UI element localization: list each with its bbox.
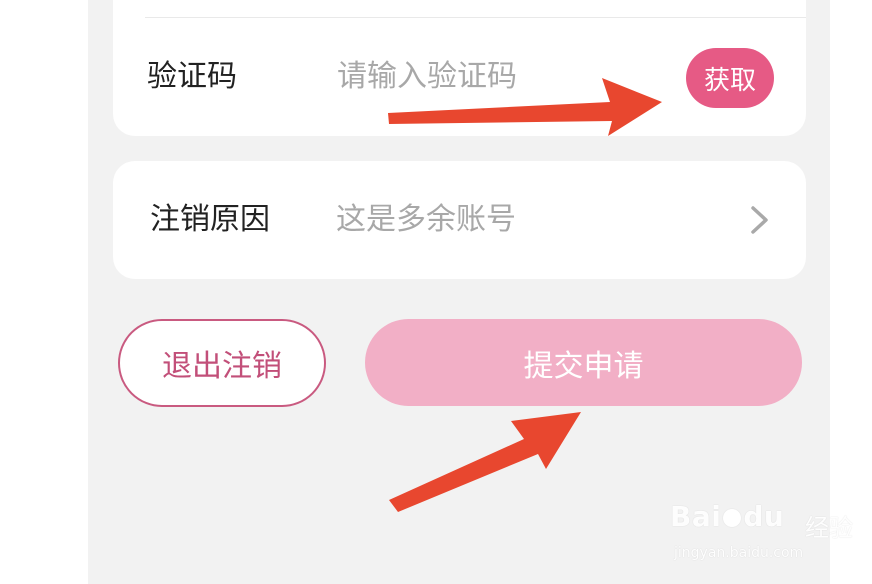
cancel-reason-value: 这是多余账号 <box>336 202 516 237</box>
jingyan-text: 经验 <box>805 514 853 542</box>
arrow-annotation-icon <box>388 78 662 136</box>
chevron-right-icon[interactable] <box>748 204 772 236</box>
baidu-jingyan-watermark: Bai du 经验 jingyan.baidu.com <box>670 490 853 570</box>
arrow-annotation-icon <box>389 412 581 512</box>
baidu-logo: Bai du <box>670 500 785 533</box>
field-divider <box>145 17 806 18</box>
paw-icon <box>723 509 742 527</box>
watermark-url: jingyan.baidu.com <box>674 545 804 561</box>
exit-cancellation-button[interactable]: 退出注销 <box>118 319 326 407</box>
get-code-button[interactable]: 获取 <box>686 48 774 108</box>
verification-code-label: 验证码 <box>147 59 237 94</box>
submit-application-button[interactable]: 提交申请 <box>365 319 802 406</box>
cancel-reason-label: 注销原因 <box>150 202 270 237</box>
